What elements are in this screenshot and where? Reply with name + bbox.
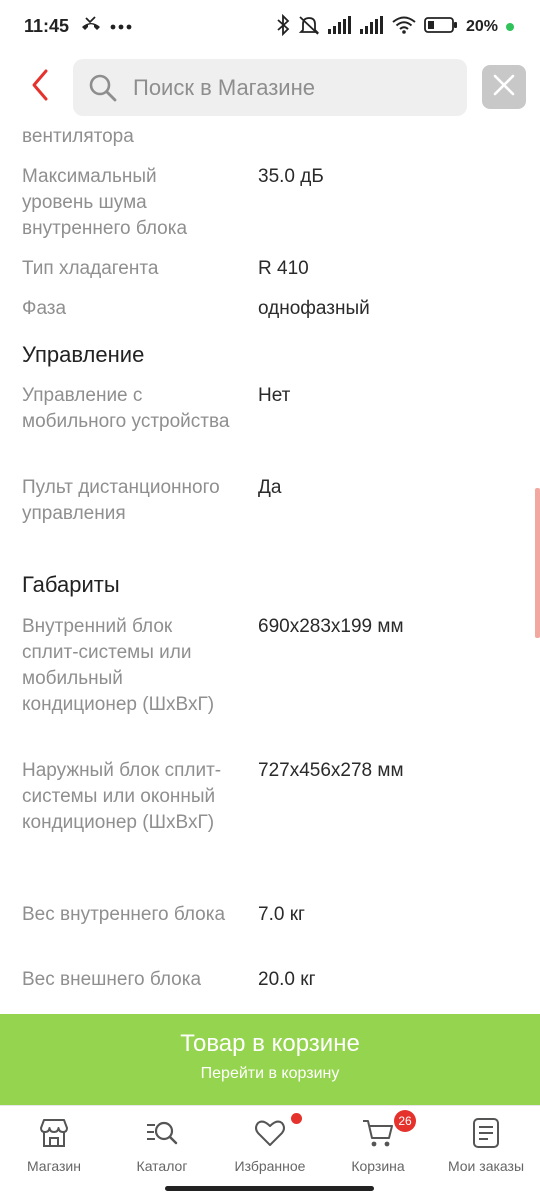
spec-label: Максимальный уровень шума внутреннего бл… xyxy=(22,166,188,239)
spec-label: Наружный блок сплит-системы или оконный … xyxy=(22,760,222,833)
close-icon xyxy=(493,74,515,101)
spec-label: вентилятора xyxy=(22,126,134,147)
cart-icon xyxy=(361,1116,395,1150)
chevron-left-icon xyxy=(30,68,50,107)
spec-value: 35.0 дБ xyxy=(258,166,324,187)
mute-icon xyxy=(298,14,320,41)
orders-icon xyxy=(469,1116,503,1150)
go-to-cart-link[interactable]: Перейти в корзину xyxy=(0,1065,540,1083)
status-bar: 11:45 20% xyxy=(0,0,540,56)
go-to-cart-banner[interactable]: Товар в корзине Перейти в корзину xyxy=(0,1014,540,1105)
nav-item-favorites[interactable]: Избранное xyxy=(216,1106,324,1186)
clear-search-button[interactable] xyxy=(482,65,526,109)
nav-item-catalog[interactable]: Каталог xyxy=(108,1106,216,1186)
search-icon xyxy=(87,72,119,104)
spec-label: Управление с мобильного устройства xyxy=(22,385,230,432)
privacy-indicator-dot xyxy=(506,23,514,31)
cart-banner-title: Товар в корзине xyxy=(180,1030,360,1057)
spec-value: однофазный xyxy=(258,298,370,319)
wifi-icon xyxy=(392,16,416,39)
status-time: 11:45 xyxy=(24,16,70,36)
missed-call-icon xyxy=(80,15,102,38)
more-dots-icon xyxy=(110,17,132,35)
nav-item-store[interactable]: Магазин xyxy=(0,1106,108,1186)
specs-list[interactable]: вентилятора Максимальный уровень шума вн… xyxy=(0,124,540,1014)
nav-item-orders[interactable]: Мои заказы xyxy=(432,1106,540,1186)
search-input[interactable] xyxy=(133,74,453,101)
section-title-dimensions: Габариты xyxy=(22,572,120,597)
bluetooth-icon xyxy=(276,13,290,41)
signal-icon xyxy=(327,15,352,39)
nav-label: Корзина xyxy=(351,1158,405,1174)
section-title-control: Управление xyxy=(22,342,145,367)
store-icon xyxy=(37,1116,71,1150)
nav-label: Мои заказы xyxy=(447,1158,525,1174)
favorites-notification-dot xyxy=(291,1113,302,1124)
battery-percent: 20% xyxy=(465,18,498,35)
scrollbar[interactable] xyxy=(535,488,540,638)
heart-icon xyxy=(253,1116,287,1150)
catalog-search-icon xyxy=(145,1116,179,1150)
home-indicator[interactable] xyxy=(165,1186,374,1191)
spec-value: 7.0 кг xyxy=(258,904,305,925)
spec-label: Пульт дистанционного управления xyxy=(22,477,220,524)
status-left-icons xyxy=(80,14,132,38)
spec-value: 727x456x278 мм xyxy=(258,760,404,781)
nav-label: Избранное xyxy=(234,1158,306,1174)
signal-icon xyxy=(359,15,384,39)
spec-value: R 410 xyxy=(258,258,309,279)
spec-value: 20.0 кг xyxy=(258,969,316,990)
battery-icon xyxy=(424,16,458,39)
spec-label: Тип хладагента xyxy=(22,258,159,279)
status-right-icons: 20% xyxy=(276,13,514,41)
nav-label: Каталог xyxy=(136,1158,188,1174)
spec-value: 690x283x199 мм xyxy=(258,616,404,637)
spec-label: Вес внешнего блока xyxy=(22,969,202,990)
search-header xyxy=(0,56,540,124)
nav-label: Магазин xyxy=(26,1158,81,1174)
spec-label: Вес внутреннего блока xyxy=(22,904,226,925)
search-box[interactable] xyxy=(73,59,467,116)
spec-value: Да xyxy=(258,477,282,498)
spec-value: Нет xyxy=(258,385,291,406)
back-button[interactable] xyxy=(20,64,60,110)
spec-label: Внутренний блок сплит-системы или мобиль… xyxy=(22,616,215,715)
spec-label: Фаза xyxy=(22,298,67,319)
cart-count-badge: 26 xyxy=(394,1110,416,1132)
